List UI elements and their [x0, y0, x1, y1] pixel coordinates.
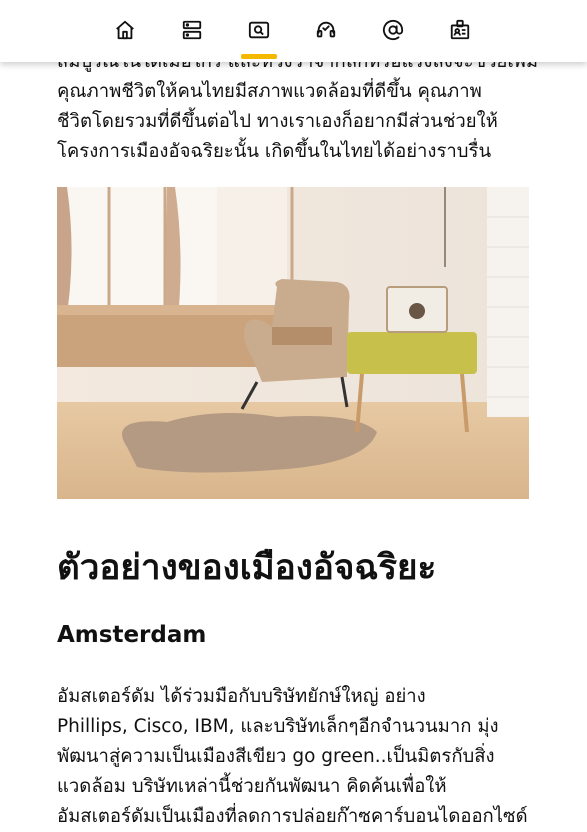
nav-search[interactable]: [236, 0, 282, 62]
home-icon: [116, 20, 134, 40]
subsection-heading: Amsterdam: [57, 622, 207, 648]
body-line: Phillips, Cisco, IBM, และบริษัทเล็กๆอีกจ…: [57, 716, 499, 737]
body-line: พัฒนาสู่ความเป็นเมืองสีเขียว go green..เ…: [57, 746, 495, 767]
nav-server[interactable]: [169, 0, 215, 62]
intro-line: ชีวิตโดยรวมที่ดีขึ้นต่อไป ทางเราเองก็อยา…: [57, 111, 498, 132]
server-icon: [182, 20, 202, 40]
living-room-photo: [57, 187, 529, 499]
body-line: แวดล้อม บริษัทเหล่านี้ช่วยกันพัฒนา คิดค้…: [57, 776, 447, 797]
intro-line: คุณภาพชีวิตให้คนไทยมีสภาพแวดล้อมที่ดีขึ้…: [57, 81, 482, 102]
search-card-icon: [248, 21, 270, 39]
intro-paragraph: สมบูรณ์ในใดเมือใกร และหวังว่าจากลักหรือแ…: [57, 47, 538, 167]
body-line: อัมสเตอร์ดัม ได้ร่วมมือกับบริษัทยักษ์ใหญ…: [57, 686, 426, 707]
nav-support[interactable]: [303, 0, 349, 62]
section-heading: ตัวอย่างของเมืองอัจฉริยะ: [57, 548, 437, 588]
intro-line: โครงการเมืองอัจฉริยะนั้น เกิดขึ้นในไทยได…: [57, 141, 492, 162]
top-navigation-bar: [0, 0, 587, 62]
nav-contact[interactable]: [370, 0, 416, 62]
nav-home[interactable]: [102, 0, 148, 62]
active-tab-indicator: [241, 54, 277, 59]
nav-profile[interactable]: [437, 0, 483, 62]
at-sign-icon: [382, 19, 404, 41]
id-badge-icon: [450, 19, 470, 40]
body-paragraph: อัมสเตอร์ดัม ได้ร่วมมือกับบริษัทยักษ์ใหญ…: [57, 682, 528, 832]
support-headset-icon: [316, 21, 336, 38]
body-line: อัมสเตอร์ดัมเป็นเมืองที่ลดการปล่อยก๊าซคา…: [57, 806, 528, 827]
